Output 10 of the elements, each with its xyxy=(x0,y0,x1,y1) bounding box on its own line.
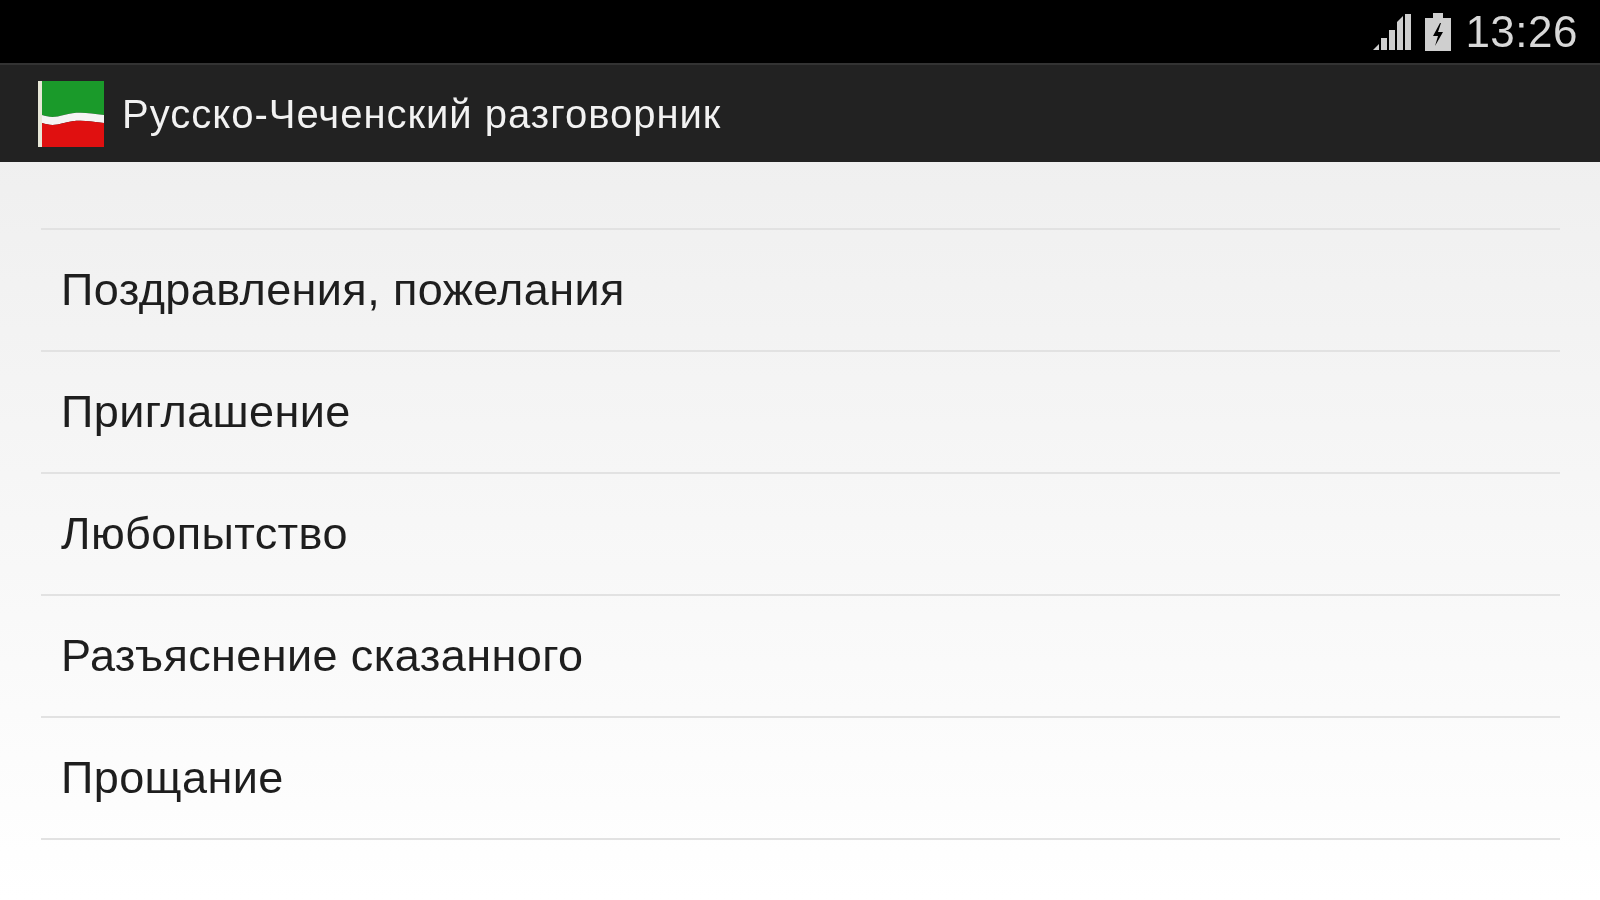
flag-icon xyxy=(38,80,104,147)
signal-icon xyxy=(1373,13,1412,50)
app-title: Русско-Чеченский разговорник xyxy=(122,90,722,138)
topic-item[interactable]: Разъяснение сказанного xyxy=(61,629,584,683)
clock-time: 13:26 xyxy=(1465,9,1578,54)
topic-item[interactable]: Поздравления, пожелания xyxy=(61,263,625,317)
battery-charging-icon xyxy=(1425,12,1452,51)
topic-item[interactable]: Прощание xyxy=(61,751,284,805)
topic-item[interactable]: Приглашение xyxy=(61,385,351,439)
topic-item[interactable]: Любопытство xyxy=(61,507,348,561)
